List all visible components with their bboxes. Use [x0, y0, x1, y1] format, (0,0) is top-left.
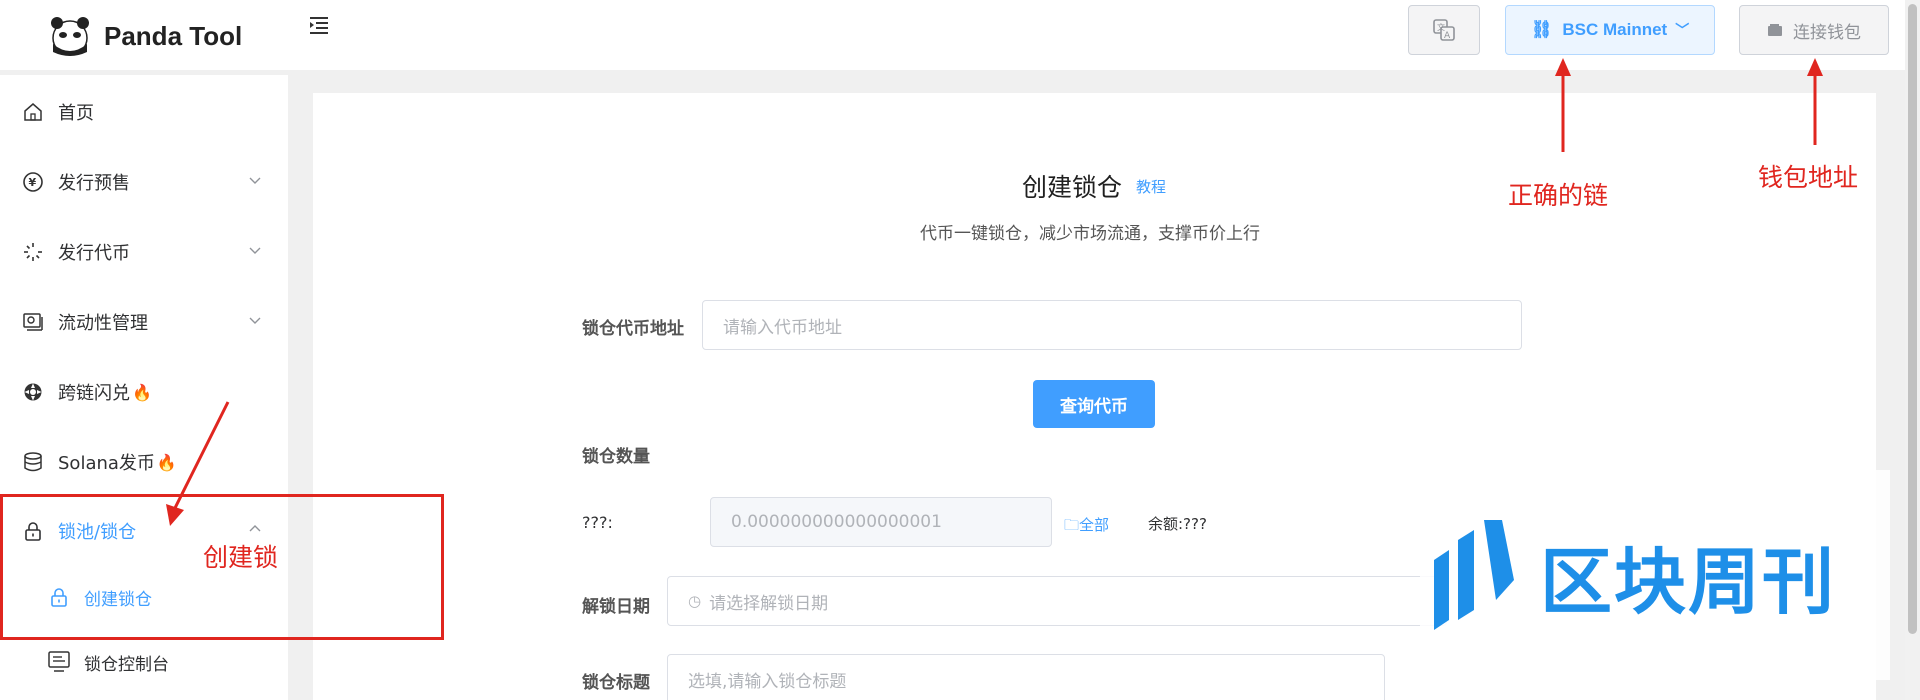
unlock-date-label: 解锁日期 [582, 597, 650, 617]
sidebar-item-label: 跨链闪兑 [58, 383, 130, 404]
liquidity-icon [22, 311, 44, 333]
watermark: 区块周刊 [1420, 470, 1890, 680]
sidebar-item-label: 发行代币 [58, 243, 130, 264]
select-all-label: 全部 [1079, 516, 1110, 534]
sidebar-item-label: Solana发币 [58, 453, 155, 474]
token-address-placeholder: 请输入代币地址 [723, 317, 842, 338]
query-token-button[interactable]: 查询代币 [1033, 380, 1155, 428]
sidebar-item-label: 首页 [58, 103, 94, 124]
sidebar-item-issue-token[interactable]: 发行代币 [0, 227, 288, 277]
wallet-label: 连接钱包 [1793, 22, 1861, 43]
lock-title-input[interactable]: 选填,请输入锁仓标题 [667, 654, 1385, 700]
home-icon [22, 101, 44, 123]
watermark-logo-icon [1434, 520, 1514, 630]
folder-icon: 🗀 [1064, 516, 1080, 534]
chevron-down-icon [249, 247, 261, 254]
sidebar-item-label: 发行预售 [58, 173, 130, 194]
chevron-down-icon: ﹀ [1675, 22, 1690, 38]
language-button[interactable]: 文 A [1408, 5, 1480, 55]
top-header: Panda Tool 文 A ⛓ BSC Mainnet ﹀ 连接钱包 [0, 0, 1905, 70]
menu-collapse-icon[interactable] [308, 14, 332, 36]
sidebar-item-presale[interactable]: ¥ 发行预售 [0, 157, 288, 207]
lock-amount-placeholder: 0.000000000000000001 [731, 512, 942, 532]
database-icon [22, 451, 44, 473]
translate-icon: 文 A [1433, 19, 1455, 41]
token-address-label: 锁仓代币地址 [582, 319, 684, 339]
amount-label: 锁仓数量 [582, 447, 650, 467]
svg-text:¥: ¥ [29, 176, 37, 189]
app-logo[interactable]: Panda Tool [48, 14, 242, 58]
chain-select-button[interactable]: ⛓ BSC Mainnet ﹀ [1505, 5, 1715, 55]
lock-title-label: 锁仓标题 [582, 673, 650, 693]
chevron-down-icon [249, 177, 261, 184]
token-address-input[interactable]: 请输入代币地址 [702, 300, 1522, 350]
loading-spinner-icon [22, 241, 44, 263]
app-root: Panda Tool 文 A ⛓ BSC Mainnet ﹀ 连接钱包 首页 ¥… [0, 0, 1920, 700]
sidebar-item-label: 流动性管理 [58, 313, 148, 334]
sidebar-item-home[interactable]: 首页 [0, 87, 288, 137]
annotation-wallet-address: 钱包地址 [1758, 163, 1859, 192]
page-title: 创建锁仓 [1022, 173, 1123, 202]
lock-amount-input[interactable]: 0.000000000000000001 [710, 497, 1052, 547]
watermark-text: 区块周刊 [1540, 539, 1837, 624]
select-all-button[interactable]: 🗀全部 [1064, 514, 1109, 540]
chain-link-icon: ⛓ [1530, 20, 1553, 39]
clock-icon: ◷ [688, 592, 702, 610]
annotation-create-lock: 创建锁 [203, 543, 279, 572]
unlock-date-picker[interactable]: ◷ 请选择解锁日期 [667, 576, 1447, 626]
scrollbar-thumb[interactable] [1908, 4, 1917, 634]
balance-text: 余额:??? [1148, 515, 1207, 533]
tutorial-link[interactable]: 教程 [1136, 176, 1166, 197]
sidebar-item-liquidity[interactable]: 流动性管理 [0, 297, 288, 347]
panda-logo-icon [51, 17, 89, 56]
lock-title-placeholder: 选填,请输入锁仓标题 [688, 671, 847, 692]
token-symbol-label: ???: [582, 513, 613, 532]
yen-coin-icon: ¥ [22, 171, 44, 193]
connect-wallet-button[interactable]: 连接钱包 [1739, 5, 1889, 55]
page-subtitle: 代币一键锁仓，减少市场流通，支撑币价上行 [920, 224, 1260, 244]
chain-label: BSC Mainnet [1562, 20, 1668, 39]
swap-icon [22, 381, 44, 403]
sidebar-item-cross-chain-swap[interactable]: 跨链闪兑 🔥 [0, 367, 288, 417]
unlock-date-placeholder: 请选择解锁日期 [709, 593, 829, 614]
app-name: Panda Tool [104, 20, 243, 51]
chevron-down-icon [249, 317, 261, 324]
wallet-icon [1768, 24, 1782, 36]
sidebar-item-lock-console[interactable]: 锁仓控制台 [0, 637, 288, 687]
sidebar-item-label: 锁仓控制台 [84, 654, 169, 675]
fire-icon: 🔥 [132, 382, 152, 402]
annotation-correct-chain: 正确的链 [1508, 181, 1609, 210]
svg-text:A: A [1444, 31, 1451, 41]
console-icon [48, 651, 70, 673]
fire-icon: 🔥 [156, 452, 177, 472]
sidebar-item-solana[interactable]: Solana发币 🔥 [0, 437, 288, 487]
